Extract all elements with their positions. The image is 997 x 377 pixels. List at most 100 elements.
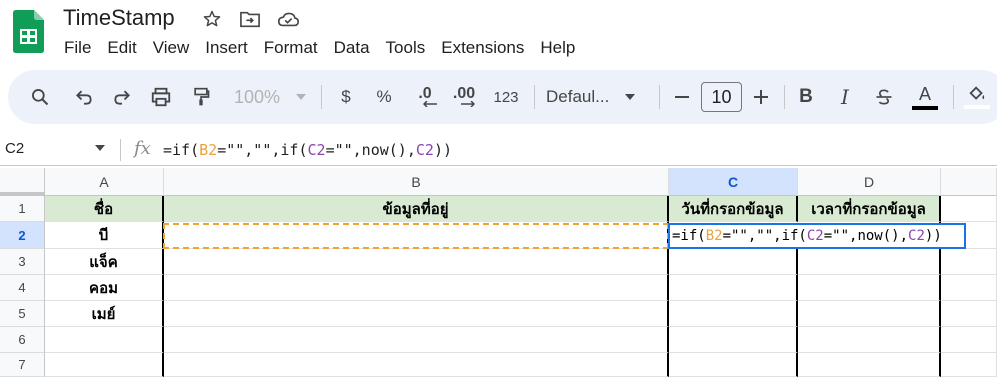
- cell-a4[interactable]: คอม: [45, 275, 164, 301]
- menu-data[interactable]: Data: [326, 37, 378, 59]
- cell-c6[interactable]: [669, 327, 798, 353]
- cell-d4[interactable]: [798, 275, 941, 301]
- redo-icon[interactable]: [108, 70, 136, 124]
- menu-bar: File Edit View Insert Format Data Tools …: [56, 37, 583, 59]
- more-formats-button[interactable]: 123: [490, 70, 522, 124]
- row-header-2[interactable]: 2: [0, 222, 45, 249]
- cell-b5[interactable]: [164, 301, 669, 327]
- menu-view[interactable]: View: [145, 37, 198, 59]
- column-header-e[interactable]: [941, 168, 997, 196]
- cell-a6[interactable]: [45, 327, 164, 353]
- row-header-1[interactable]: 1: [0, 196, 45, 222]
- move-to-folder-icon[interactable]: [238, 7, 262, 31]
- cell-b4[interactable]: [164, 275, 669, 301]
- cell-e3[interactable]: [941, 249, 997, 275]
- row-header-6[interactable]: 6: [0, 327, 45, 353]
- menu-tools[interactable]: Tools: [378, 37, 434, 59]
- currency-format-button[interactable]: $: [335, 70, 357, 124]
- cell-a5[interactable]: เมย์: [45, 301, 164, 327]
- cell-c1[interactable]: วันที่กรอกข้อมูล: [669, 196, 798, 222]
- undo-icon[interactable]: [70, 70, 98, 124]
- text-color-button[interactable]: A: [910, 70, 940, 124]
- menu-edit[interactable]: Edit: [99, 37, 144, 59]
- column-header-b[interactable]: B: [164, 168, 669, 196]
- cell-c4[interactable]: [669, 275, 798, 301]
- fx-icon: fx: [134, 138, 151, 159]
- name-box[interactable]: C2: [5, 140, 24, 157]
- row-header-5[interactable]: 5: [0, 301, 45, 327]
- column-header-d[interactable]: D: [798, 168, 941, 196]
- arrow-left-icon: [423, 101, 437, 107]
- cloud-saved-icon[interactable]: [276, 7, 300, 31]
- arrow-right-icon: [461, 101, 475, 107]
- cell-a1[interactable]: ชื่อ: [45, 196, 164, 222]
- cell-b1[interactable]: ข้อมูลที่อยู่: [164, 196, 669, 222]
- strikethrough-icon[interactable]: [872, 70, 896, 124]
- row-header-3[interactable]: 3: [0, 249, 45, 275]
- cell-e6[interactable]: [941, 327, 997, 353]
- menu-format[interactable]: Format: [256, 37, 326, 59]
- percent-format-button[interactable]: %: [373, 70, 395, 124]
- increase-decimal-button[interactable]: .00: [449, 70, 479, 124]
- text-color-swatch: [912, 105, 938, 110]
- font-size-input[interactable]: 10: [701, 82, 742, 112]
- toolbar-divider: [659, 85, 660, 109]
- formula-ref-c2: C2: [806, 228, 824, 244]
- font-family-value: Defaul...: [546, 87, 610, 106]
- row-header-4[interactable]: 4: [0, 275, 45, 301]
- formula-ref-b2: B2: [199, 141, 218, 159]
- menu-extensions[interactable]: Extensions: [433, 37, 532, 59]
- cell-d5[interactable]: [798, 301, 941, 327]
- menu-insert[interactable]: Insert: [197, 37, 256, 59]
- menu-help[interactable]: Help: [532, 37, 583, 59]
- fill-color-icon[interactable]: [963, 70, 991, 124]
- cell-d6[interactable]: [798, 327, 941, 353]
- star-icon[interactable]: [200, 7, 224, 31]
- cell-b6[interactable]: [164, 327, 669, 353]
- print-icon[interactable]: [147, 70, 175, 124]
- column-header-a[interactable]: A: [45, 168, 164, 196]
- sheets-logo[interactable]: [13, 10, 44, 53]
- row-header-7[interactable]: 7: [0, 353, 45, 377]
- cell-e4[interactable]: [941, 275, 997, 301]
- formula-part: )): [924, 228, 942, 244]
- decrease-decimal-button[interactable]: .0: [411, 70, 439, 124]
- formula-part: ="","",if(: [722, 228, 807, 244]
- document-title[interactable]: TimeStamp: [63, 5, 175, 31]
- increase-font-size-icon[interactable]: [749, 70, 773, 124]
- chevron-down-icon: [296, 94, 307, 100]
- cell-a3[interactable]: แจ็ค: [45, 249, 164, 275]
- text-color-label: A: [918, 83, 931, 104]
- italic-button[interactable]: I: [833, 70, 857, 124]
- select-all-corner[interactable]: [0, 168, 45, 196]
- cell-d7[interactable]: [798, 353, 941, 377]
- cell-a7[interactable]: [45, 353, 164, 377]
- menu-file[interactable]: File: [56, 37, 99, 59]
- chevron-down-icon[interactable]: [95, 145, 105, 151]
- cell-b3[interactable]: [164, 249, 669, 275]
- cell-e5[interactable]: [941, 301, 997, 327]
- formula-part: ="",now(),: [325, 141, 416, 159]
- cell-c7[interactable]: [669, 353, 798, 377]
- formula-input[interactable]: =if(B2="","",if(C2="",now(),C2)): [163, 141, 452, 159]
- formula-part: ="","",if(: [217, 141, 308, 159]
- column-header-c[interactable]: C: [669, 168, 798, 196]
- toolbar: 100% $ % .0 .00 123 Defaul... 10 B I A: [8, 70, 997, 124]
- decrease-font-size-icon[interactable]: [670, 70, 694, 124]
- font-family-select[interactable]: Defaul...: [546, 70, 646, 124]
- cell-d3[interactable]: [798, 249, 941, 275]
- search-menus-icon[interactable]: [26, 70, 54, 124]
- cell-b7[interactable]: [164, 353, 669, 377]
- cell-e7[interactable]: [941, 353, 997, 377]
- active-cell-editor-c2[interactable]: =if(B2 ="","",if(C2 ="",now(), C2)): [668, 223, 966, 249]
- cell-a2[interactable]: บี: [45, 222, 164, 249]
- bold-button[interactable]: B: [794, 70, 818, 124]
- formula-part: =if(: [672, 228, 706, 244]
- cell-b2[interactable]: [164, 222, 669, 249]
- cell-d1[interactable]: เวลาที่กรอกข้อมูล: [798, 196, 941, 222]
- paint-format-icon[interactable]: [187, 70, 215, 124]
- zoom-select[interactable]: 100%: [230, 70, 310, 124]
- cell-c5[interactable]: [669, 301, 798, 327]
- cell-c3[interactable]: [669, 249, 798, 275]
- cell-e1[interactable]: [941, 196, 997, 222]
